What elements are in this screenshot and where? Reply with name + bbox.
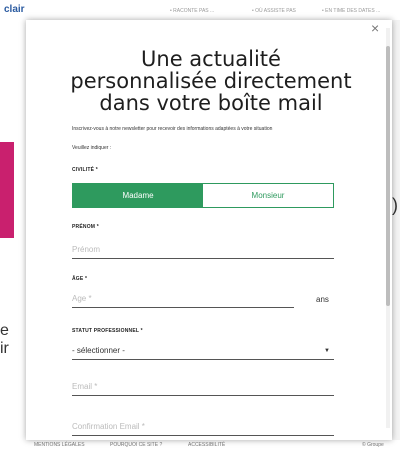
age-label: ÂGE *: [72, 276, 88, 282]
age-field[interactable]: Age *: [72, 290, 294, 308]
footer-link[interactable]: POURQUOI CE SITE ?: [110, 442, 162, 448]
statut-selected-value: - sélectionner -: [72, 346, 125, 355]
bg-nav-item[interactable]: • RACONTE PAS ...: [170, 8, 214, 14]
email-placeholder: Email *: [72, 382, 98, 391]
prenom-placeholder: Prénom: [72, 245, 101, 254]
footer-link[interactable]: MENTIONS LÉGALES: [34, 442, 85, 448]
modal-title: Une actualité personnalisée directement …: [70, 47, 352, 115]
modal-scrollbar-thumb[interactable]: [386, 46, 390, 306]
footer-link[interactable]: ACCESSIBILITÉ: [188, 442, 225, 448]
site-logo[interactable]: clair: [4, 4, 25, 15]
background-right: [392, 20, 400, 440]
monsieur-button[interactable]: Monsieur: [203, 184, 333, 207]
footer-copyright: © Groupe: [362, 442, 384, 448]
background-text: ir: [0, 340, 9, 357]
background-pink-image: [0, 142, 14, 238]
chevron-down-icon: ▼: [324, 348, 330, 354]
madame-button[interactable]: Madame: [73, 184, 203, 207]
email-field[interactable]: Email *: [72, 378, 334, 396]
prenom-label: PRÉNOM *: [72, 224, 99, 230]
civilite-label: CIVILITÉ *: [72, 167, 98, 173]
modal-intro: Inscrivez-vous à notre newsletter pour r…: [72, 126, 273, 132]
civilite-toggle: Madame Monsieur: [72, 183, 334, 208]
carousel-next-icon[interactable]: ): [392, 195, 398, 216]
statut-label: STATUT PROFESSIONNEL *: [72, 328, 143, 334]
confirm-email-field[interactable]: Confirmation Email *: [72, 418, 334, 436]
bg-nav-item[interactable]: • EN TIME DES DATES ...: [322, 8, 380, 14]
statut-select[interactable]: - sélectionner - ▼: [72, 342, 334, 360]
close-icon[interactable]: ×: [371, 20, 379, 36]
bg-nav-item[interactable]: • OÙ ASSISTE PAS: [252, 8, 296, 14]
prenom-field[interactable]: Prénom: [72, 241, 334, 259]
confirm-email-placeholder: Confirmation Email *: [72, 422, 145, 431]
age-unit: ans: [316, 295, 329, 304]
background-text: e: [0, 322, 9, 339]
age-placeholder: Age *: [72, 294, 92, 303]
newsletter-modal: × Une actualité personnalisée directemen…: [26, 20, 392, 440]
modal-instruction: Veuillez indiquer :: [72, 145, 112, 151]
